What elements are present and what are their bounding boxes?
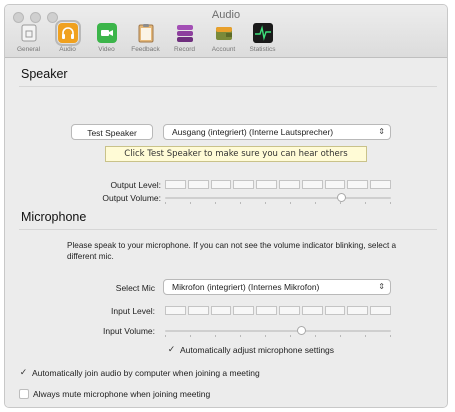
- updown-chevron-icon: ⇕: [378, 127, 385, 136]
- wallet-icon: [214, 23, 234, 43]
- tab-feedback[interactable]: Feedback: [126, 23, 165, 53]
- test-speaker-button[interactable]: Test Speaker: [71, 124, 153, 140]
- microphone-heading: Microphone: [21, 210, 87, 224]
- checkbox-empty-icon: [19, 389, 29, 399]
- output-level-meter: [165, 180, 391, 189]
- window-title: Audio: [211, 9, 241, 21]
- tab-account[interactable]: Account: [204, 23, 243, 53]
- output-level-label: Output Level:: [110, 180, 161, 190]
- tab-record[interactable]: Record: [165, 23, 204, 53]
- tab-statistics[interactable]: Statistics: [243, 23, 282, 53]
- updown-chevron-icon: ⇕: [378, 282, 385, 291]
- auto-adjust-label: Automatically adjust microphone settings: [180, 344, 335, 355]
- output-volume-slider[interactable]: [165, 192, 391, 204]
- select-mic-label: Select Mic: [115, 283, 155, 293]
- record-stack-icon: [175, 23, 195, 43]
- checkmark-icon: ✓: [19, 367, 28, 377]
- input-level-label: Input Level:: [111, 306, 155, 316]
- microphone-device-select[interactable]: Mikrofon (integriert) (Internes Mikrofon…: [163, 279, 391, 295]
- title-bar: Audio General Audio Video Feedback Recor…: [5, 5, 447, 58]
- microphone-divider: [19, 229, 437, 230]
- pulse-icon: [252, 23, 273, 43]
- general-icon: [19, 23, 39, 43]
- auto-join-audio-label: Automatically join audio by computer whe…: [32, 367, 260, 378]
- video-camera-icon: [96, 23, 117, 43]
- test-speaker-tip: Click Test Speaker to make sure you can …: [105, 146, 367, 162]
- microphone-device-value: Mikrofon (integriert) (Internes Mikrofon…: [172, 282, 320, 292]
- always-mute-checkbox[interactable]: Always mute microphone when joining meet…: [19, 389, 210, 399]
- output-volume-label: Output Volume:: [102, 193, 161, 203]
- auto-adjust-checkbox[interactable]: ✓ Automatically adjust microphone settin…: [167, 344, 334, 355]
- speaker-device-value: Ausgang (integriert) (Interne Lautsprech…: [172, 127, 334, 137]
- tab-audio-label: Audio: [59, 46, 76, 53]
- input-volume-label: Input Volume:: [103, 326, 155, 336]
- output-volume-knob[interactable]: [337, 193, 347, 202]
- tab-feedback-label: Feedback: [131, 46, 160, 53]
- always-mute-label: Always mute microphone when joining meet…: [33, 389, 211, 399]
- checkmark-icon: ✓: [167, 344, 176, 354]
- headphones-icon: [54, 20, 81, 46]
- speaker-heading: Speaker: [21, 67, 68, 81]
- speaker-device-select[interactable]: Ausgang (integriert) (Interne Lautsprech…: [163, 124, 391, 140]
- tab-record-label: Record: [174, 46, 195, 53]
- input-volume-knob[interactable]: [296, 326, 306, 335]
- tab-audio[interactable]: Audio: [48, 20, 87, 53]
- clipboard-icon: [136, 23, 156, 43]
- preferences-window: Audio General Audio Video Feedback Recor…: [4, 4, 448, 408]
- tab-general[interactable]: General: [9, 23, 48, 53]
- input-level-meter: [165, 306, 391, 315]
- tab-account-label: Account: [211, 46, 236, 53]
- preferences-toolbar: General Audio Video Feedback Record Acco…: [9, 20, 282, 53]
- microphone-info-text: Please speak to your microphone. If you …: [67, 241, 397, 261]
- auto-join-audio-checkbox[interactable]: ✓ Automatically join audio by computer w…: [19, 367, 260, 378]
- tab-general-label: General: [16, 46, 41, 53]
- speaker-divider: [19, 86, 437, 87]
- input-volume-slider[interactable]: [165, 325, 391, 337]
- tab-video[interactable]: Video: [87, 23, 126, 53]
- audio-settings-panel: Speaker Test Speaker Ausgang (integriert…: [5, 58, 447, 407]
- tab-video-label: Video: [98, 46, 115, 53]
- tab-statistics-label: Statistics: [249, 46, 276, 53]
